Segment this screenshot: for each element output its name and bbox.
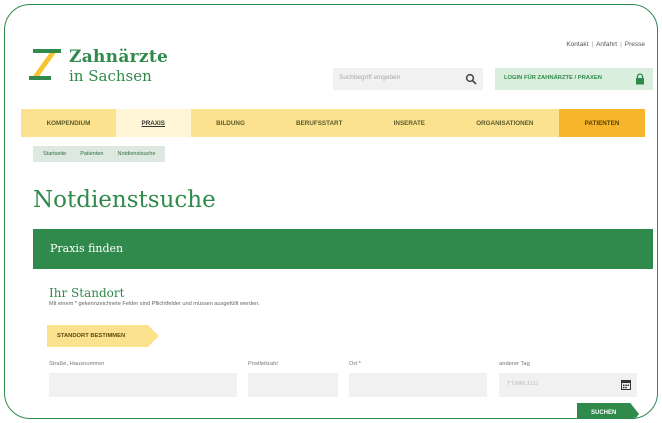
nav-item-organisationen[interactable]: ORGANISATIONEN xyxy=(451,109,559,137)
separator: | xyxy=(620,41,622,48)
logo-subtitle: in Sachsen xyxy=(69,67,152,85)
date-field[interactable]: TT.MM.JJJJ xyxy=(499,373,637,397)
city-label: Ort * xyxy=(349,361,361,367)
topnav-link-kontakt[interactable]: Kontakt xyxy=(566,41,588,48)
breadcrumb-item-current: Notdienstsuche xyxy=(117,151,156,157)
nav-item-praxis[interactable]: PRAXIS xyxy=(115,109,191,137)
topnav-link-presse[interactable]: Presse xyxy=(625,41,645,48)
separator: | xyxy=(591,41,594,48)
nav-item-inserate[interactable]: INSERATE xyxy=(368,109,451,137)
logo-mark-icon xyxy=(29,49,61,80)
locate-button-label: STANDORT BESTIMMEN xyxy=(57,333,126,339)
breadcrumb-item[interactable]: Startseite xyxy=(43,151,66,157)
browser-frame: Zahnärzte in Sachsen Kontakt | Anfahrt | Pre… xyxy=(4,4,658,419)
street-field[interactable] xyxy=(49,373,237,397)
panel-header: Praxis finden xyxy=(33,229,653,269)
logo-title: Zahnärzte xyxy=(69,47,169,67)
nav-item-kompendium[interactable]: KOMPENDIUM xyxy=(21,109,116,137)
search-icon[interactable] xyxy=(465,73,477,85)
location-heading: Ihr Standort xyxy=(49,286,125,300)
nav-item-patienten[interactable]: PATIENTEN xyxy=(559,109,645,137)
panel-title: Praxis finden xyxy=(50,242,124,255)
required-fields-hint: Mit einem * gekennzeichnete Felder sind … xyxy=(49,301,260,307)
search-submit-button[interactable]: SUCHEN xyxy=(577,403,639,418)
city-field[interactable] xyxy=(349,373,487,397)
street-label: Straße, Hausnummer xyxy=(49,361,105,367)
search-input[interactable]: Suchbegriff eingeben xyxy=(339,74,400,81)
site-logo[interactable]: Zahnärzte in Sachsen xyxy=(27,45,187,87)
zip-field[interactable] xyxy=(248,373,338,397)
login-button[interactable]: LOGIN FÜR ZAHNÄRZTE / PRAXEN xyxy=(495,68,653,90)
breadcrumb: Startseite Patienten Notdienstsuche xyxy=(33,146,166,162)
login-label: LOGIN FÜR ZAHNÄRZTE / PRAXEN xyxy=(504,75,602,81)
locate-button[interactable]: STANDORT BESTIMMEN xyxy=(47,325,159,347)
date-label: anderer Tag xyxy=(499,361,530,367)
search-submit-label: SUCHEN xyxy=(591,410,617,416)
nav-item-berufsstart[interactable]: BERUFSSTART xyxy=(270,109,368,137)
lock-icon xyxy=(636,73,644,85)
main-navigation: KOMPENDIUM PRAXIS BILDUNG BERUFSSTART IN… xyxy=(21,109,645,137)
top-navigation: Kontakt | Anfahrt | Presse xyxy=(566,41,645,48)
page-title: Notdienstsuche xyxy=(33,187,216,213)
nav-item-bildung[interactable]: BILDUNG xyxy=(191,109,271,137)
calendar-icon[interactable] xyxy=(621,379,631,390)
topnav-link-anfahrt[interactable]: Anfahrt xyxy=(596,41,617,48)
date-placeholder: TT.MM.JJJJ xyxy=(507,381,538,387)
search-box[interactable]: Suchbegriff eingeben xyxy=(333,68,483,90)
zip-label: Postleitzahl xyxy=(248,361,278,367)
breadcrumb-item[interactable]: Patienten xyxy=(80,151,103,157)
